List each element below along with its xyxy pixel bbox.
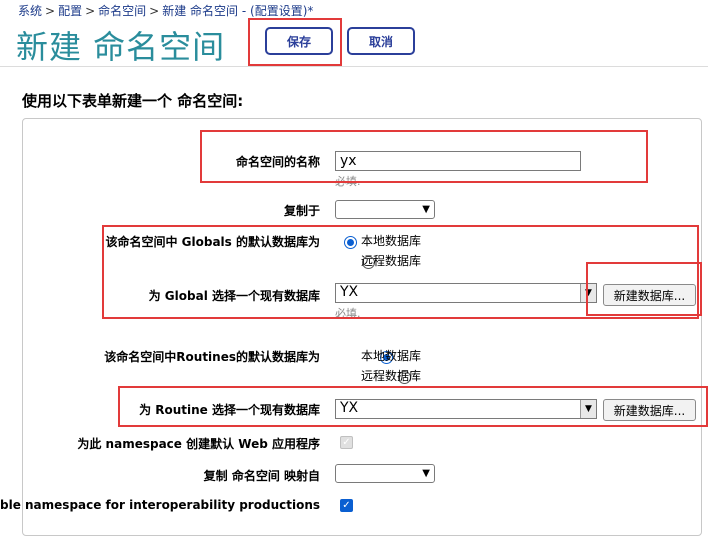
breadcrumb-item-config[interactable]: 配置 (58, 4, 82, 18)
header-divider (0, 66, 708, 67)
copy-from-select[interactable]: ▼ (335, 200, 435, 219)
interop-label: Enable namespace for interoperability pr… (0, 498, 320, 512)
highlight-box-save (248, 18, 342, 66)
map-from-select[interactable]: ▼ (335, 464, 435, 483)
highlight-box-name (200, 130, 648, 183)
interop-checkbox[interactable]: ✓ (340, 499, 353, 512)
chevron-down-icon: ▼ (422, 204, 430, 215)
form-heading: 使用以下表单新建一个 命名空间: (22, 92, 244, 110)
web-app-label: 为此 namespace 创建默认 Web 应用程序 (77, 437, 320, 451)
map-from-label: 复制 命名空间 映射自 (203, 469, 320, 483)
highlight-box-new-db (586, 262, 702, 316)
web-app-checkbox[interactable]: ✓ (340, 436, 353, 449)
chevron-down-icon: ▼ (422, 468, 430, 479)
page-title: 新建 命名空间 (16, 28, 226, 66)
routines-remote-label: 远程数据库 (361, 369, 422, 383)
cancel-button[interactable]: 取消 (347, 27, 415, 55)
breadcrumb-item-new-namespace: 新建 命名空间 (162, 4, 239, 18)
breadcrumb-item-namespaces[interactable]: 命名空间 (98, 4, 146, 18)
breadcrumb-item-system[interactable]: 系统 (18, 4, 42, 18)
breadcrumb: 系统 > 配置 > 命名空间 > 新建 命名空间 - (配置设置)* (18, 2, 313, 19)
breadcrumb-separator: > (85, 4, 96, 18)
highlight-box-routine (118, 386, 708, 427)
breadcrumb-suffix: - (配置设置)* (238, 4, 314, 18)
breadcrumb-separator: > (149, 4, 160, 18)
routines-local-label: 本地数据库 (361, 349, 422, 363)
breadcrumb-separator: > (45, 4, 56, 18)
copy-from-label: 复制于 (283, 204, 320, 218)
routines-db-label: 该命名空间中Routines的默认数据库为 (104, 350, 320, 364)
